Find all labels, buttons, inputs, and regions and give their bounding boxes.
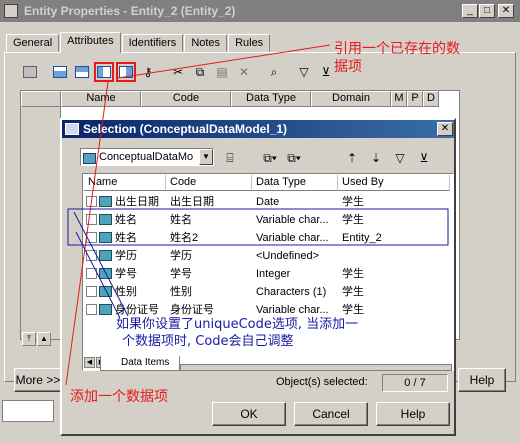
tab-attributes[interactable]: Attributes: [60, 32, 121, 53]
annotation-overlay: [65, 44, 449, 386]
annotation-add-item: 添加一个数据项: [70, 389, 168, 405]
annotation-uniquecode-line1: 如果你设置了uniqueCode选项, 当添加一: [116, 317, 359, 332]
add-arrow-line: [65, 81, 109, 386]
annotation-reuse-line1: 引用一个已存在的数: [334, 41, 460, 57]
blue-pointer-line-1: [73, 211, 129, 317]
reuse-arrow-line: [117, 44, 331, 79]
annotation-reuse-line2: 据项: [334, 59, 362, 75]
annotation-uniquecode-line2: 个数据项时, Code会自己调整: [122, 334, 294, 349]
highlight-duplicate-rows: [67, 208, 449, 246]
